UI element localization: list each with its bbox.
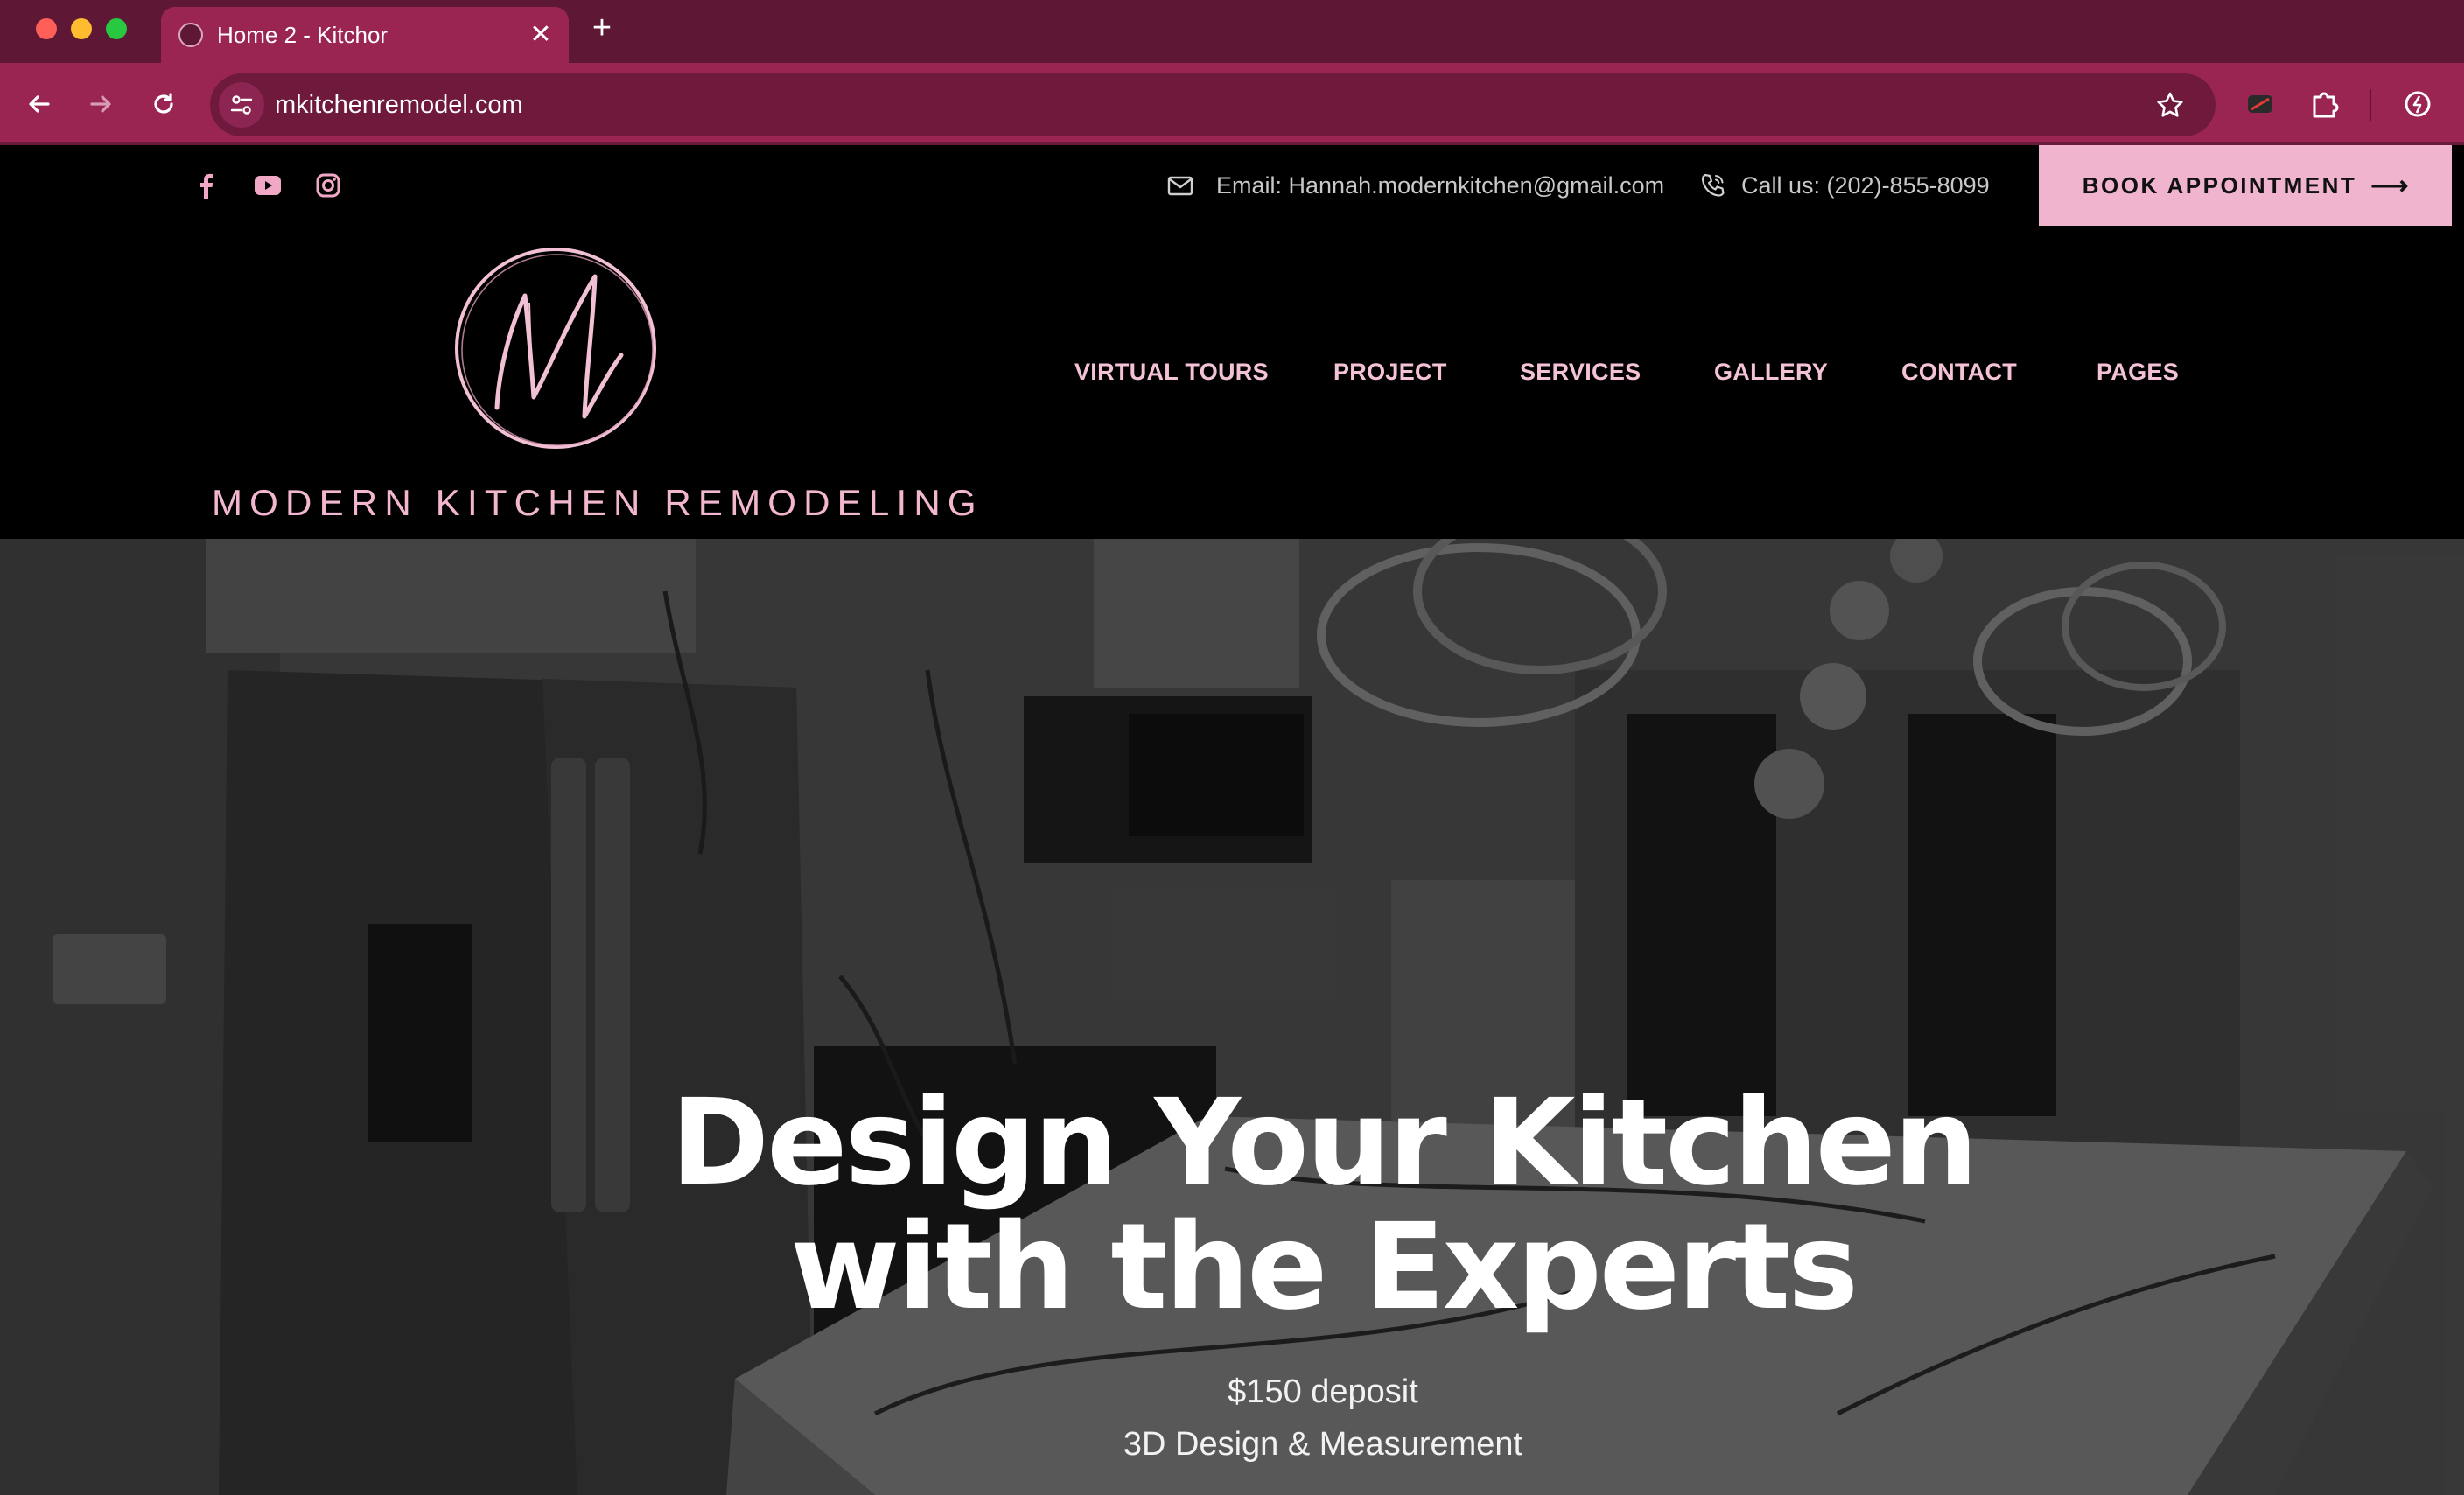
phone-contact-link[interactable]: Call us: (202)-855-8099: [1741, 171, 1990, 200]
hero-section: Design Your Kitchen with the Experts $15…: [0, 539, 2464, 1495]
browser-toolbar: mkitchenremodel.com: [0, 63, 2464, 145]
new-tab-button[interactable]: +: [584, 10, 620, 45]
forward-button[interactable]: [79, 82, 122, 126]
nav-virtual-tours[interactable]: VIRTUAL TOURS: [1074, 350, 1269, 394]
instagram-icon[interactable]: [312, 170, 344, 201]
extension-avatar-icon: [2248, 95, 2272, 113]
envelope-icon: [1167, 176, 1194, 196]
brand-name[interactable]: MODERN KITCHEN REMODELING: [212, 481, 984, 525]
tab-close-button[interactable]: ✕: [523, 17, 558, 52]
hero-deposit-text: $150 deposit: [1228, 1373, 1418, 1410]
site-info-button[interactable]: [219, 82, 264, 128]
favicon-icon: [178, 23, 203, 47]
hero-heading-line-2: with the Experts: [789, 1198, 1858, 1337]
close-window-button[interactable]: [36, 18, 57, 39]
hero-heading-line-1: Design Your Kitchen: [670, 1074, 1978, 1212]
puzzle-icon: [2313, 92, 2339, 118]
star-icon: [2157, 92, 2183, 117]
address-bar[interactable]: mkitchenremodel.com: [210, 73, 2216, 136]
nav-gallery[interactable]: GALLERY: [1714, 350, 1828, 394]
energy-saver-icon: [2404, 91, 2431, 117]
nav-services[interactable]: SERVICES: [1520, 350, 1641, 394]
browser-tab[interactable]: Home 2 - Kitchor ✕: [161, 7, 569, 63]
phone-icon: [1701, 173, 1725, 197]
reload-button[interactable]: [142, 82, 186, 126]
back-arrow-icon: [29, 95, 50, 113]
minimize-window-button[interactable]: [71, 18, 92, 39]
nav-project[interactable]: PROJECT: [1334, 350, 1447, 394]
youtube-icon[interactable]: [252, 170, 284, 201]
email-contact-link[interactable]: Email: Hannah.modernkitchen@gmail.com: [1216, 171, 1664, 200]
maximize-window-button[interactable]: [106, 18, 127, 39]
hero-dark-overlay: [0, 539, 2464, 1495]
bookmark-star-button[interactable]: [2151, 86, 2189, 124]
book-appointment-label: BOOK APPOINTMENT: [2082, 171, 2357, 199]
browser-tab-bar: Home 2 - Kitchor ✕ +: [0, 0, 2464, 63]
facebook-icon[interactable]: [190, 170, 221, 201]
site-header: MODERN KITCHEN REMODELING VIRTUAL TOURS …: [0, 226, 2464, 539]
nav-contact[interactable]: CONTACT: [1901, 350, 2017, 394]
arrow-right-icon: ⟶: [2370, 171, 2409, 200]
forward-arrow-icon: [90, 95, 111, 113]
tab-title: Home 2 - Kitchor: [217, 22, 388, 48]
hero-heading: Design Your Kitchen with the Experts: [0, 1081, 2464, 1330]
nav-pages[interactable]: PAGES: [2096, 350, 2179, 394]
back-button[interactable]: [18, 82, 61, 126]
hero-design-text: 3D Design & Measurement: [1123, 1426, 1523, 1463]
extension-button[interactable]: [2238, 82, 2282, 126]
url-text[interactable]: mkitchenremodel.com: [275, 89, 523, 121]
toolbar-divider: [2370, 89, 2371, 121]
book-appointment-button[interactable]: BOOK APPOINTMENT ⟶: [2039, 145, 2452, 226]
performance-button[interactable]: [2396, 82, 2440, 126]
reload-icon: [154, 93, 173, 114]
extensions-menu-button[interactable]: [2303, 82, 2347, 126]
main-navigation: VIRTUAL TOURS PROJECT SERVICES GALLERY C…: [0, 350, 2464, 394]
tune-icon: [230, 95, 253, 115]
